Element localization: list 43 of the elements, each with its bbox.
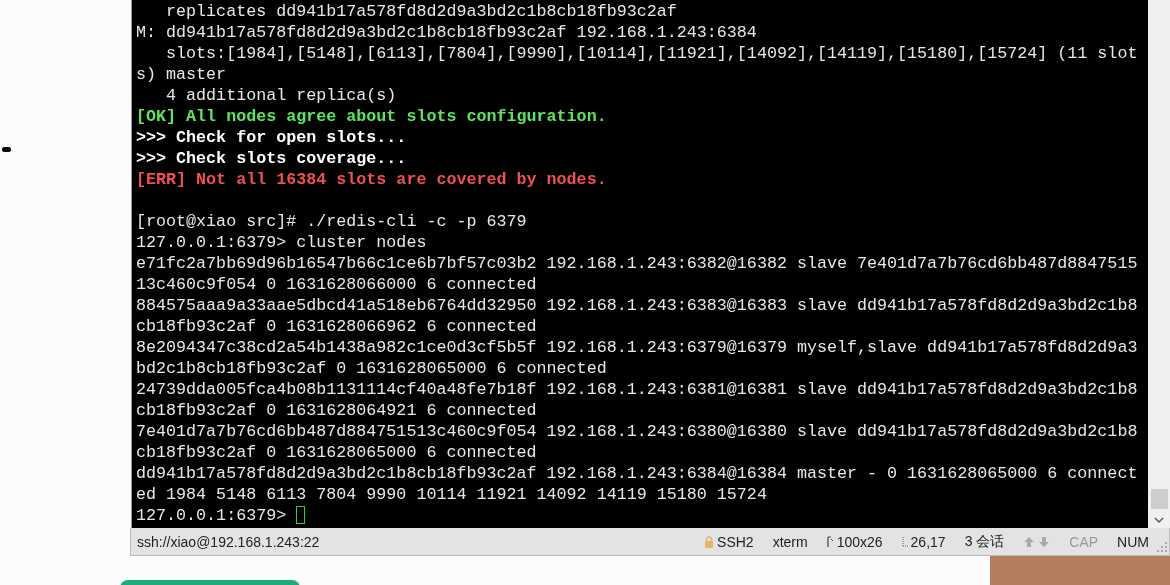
terminal-line: 7e401d7a7b76cd6bb487d884751513c460c9f054 192.168.1.243:6380@16380 slave dd941b17a578fd8d2d9a3bd2c1b8 xyxy=(136,422,1138,441)
down-arrow-icon[interactable] xyxy=(1038,535,1051,548)
terminal-line: 127.0.0.1:6379> cluster nodes xyxy=(136,233,427,252)
lock-icon xyxy=(704,535,715,548)
resize-icon xyxy=(826,535,834,548)
check-message: >>> Check for open slots... xyxy=(136,128,407,147)
terminal-type: xterm xyxy=(772,533,808,550)
terminal-line: cb18fb93c2af 0 1631628065000 6 connected xyxy=(136,443,537,462)
cursor-position: 26,17 xyxy=(910,533,946,550)
terminal-line: cb18fb93c2af 0 1631628064921 6 connected xyxy=(136,401,537,420)
scroll-down-icon[interactable] xyxy=(1154,517,1164,524)
terminal-line: dd941b17a578fd8d2d9a3bd2c1b8cb18fb93c2af 192.168.1.243:6384@16384 master - 0 1631628065000 6 connect xyxy=(136,464,1138,483)
session-count: 3 会话 xyxy=(964,532,1005,551)
ok-message: [OK] All nodes agree about slots configuration. xyxy=(136,107,607,126)
check-message: >>> Check slots coverage... xyxy=(136,149,407,168)
terminal-line: e71fc2a7bb69d96b16547b66c1ce6b7bf57c03b2 192.168.1.243:6382@16382 slave 7e401d7a7b76cd6bb487d8847515 xyxy=(136,254,1138,273)
cursor-position-icon xyxy=(901,536,908,547)
terminal-line: M: dd941b17a578fd8d2d9a3bd2c1b8cb18fb93c2af 192.168.1.243:6384 xyxy=(136,23,757,42)
terminal-size: 100x26 xyxy=(836,533,883,550)
terminal-line: [root@xiao src]# ./redis-cli -c -p 6379 xyxy=(136,212,527,231)
terminal-line: s) master xyxy=(136,65,227,84)
dash-mark xyxy=(2,147,11,152)
error-message: [ERR] Not all 16384 slots are covered by nodes. xyxy=(136,170,607,189)
terminal-line: 24739dda005fca4b08b1131114cf40a48fe7b18f 192.168.1.243:6381@16381 slave dd941b17a578fd8d2d9a3bd2c1b8 xyxy=(136,380,1138,399)
terminal-line: slots:[1984],[5148],[6113],[7804],[9990],[10114],[11921],[14092],[14119],[15180],[15724] (11 slot xyxy=(165,44,1138,63)
connection-address: ssh://xiao@192.168.1.243:22 xyxy=(137,533,321,550)
scrollbar[interactable] xyxy=(1148,0,1170,528)
protocol-label: SSH2 xyxy=(717,533,754,550)
caps-lock-indicator: CAP xyxy=(1069,533,1099,550)
terminal-line: 13c460c9f054 0 1631628066000 6 connected xyxy=(136,275,537,294)
terminal-prompt: 127.0.0.1:6379> xyxy=(136,506,287,525)
resize-grip-icon[interactable] xyxy=(1157,542,1167,552)
terminal-line: replicates dd941b17a578fd8d2d9a3bd2c1b8cb18fb93c2af xyxy=(165,2,677,21)
terminal-line: cb18fb93c2af 0 1631628066962 6 connected xyxy=(136,317,537,336)
terminal-line: bd2c1b8cb18fb93c2af 0 1631628065000 6 connected xyxy=(136,359,607,378)
cursor xyxy=(296,506,306,524)
num-lock-indicator: NUM xyxy=(1117,533,1149,550)
up-arrow-icon[interactable] xyxy=(1023,535,1036,548)
terminal-line: 884575aaa9a33aae5dbcd41a518eb6764dd32950 192.168.1.243:6383@16383 slave dd941b17a578fd8d2d9a3bd2c1b8 xyxy=(136,296,1138,315)
terminal-line: 8e2094347c38cd2a54b1438a982c1ce0d3cf5b5f 192.168.1.243:6379@16379 myself,slave dd941b17a578fd8d2d9a3 xyxy=(136,338,1138,357)
terminal-line: ed 1984 5148 6113 7804 9990 10114 11921 14092 14119 15180 15724 xyxy=(136,485,767,504)
terminal-line: 4 additional replica(s) xyxy=(165,86,397,105)
scrollbar-thumb[interactable] xyxy=(1150,489,1168,509)
